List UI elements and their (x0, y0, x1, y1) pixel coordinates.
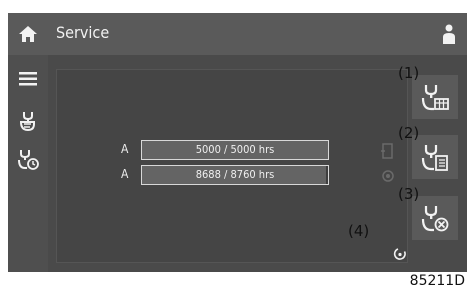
callout-1: (1) (398, 64, 420, 82)
callout-3: (3) (398, 185, 420, 203)
menu-icon (19, 72, 37, 86)
callout-4: (4) (348, 222, 370, 240)
restart-icon (393, 248, 406, 260)
wrench-clock-icon (18, 150, 39, 170)
sidebar-item-service[interactable] (12, 105, 44, 137)
service-progress-bar: 5000 / 5000 hrs (141, 140, 329, 160)
service-screen: Service A 5000 / 5000 hrs A 8688 / 8760 … (8, 13, 467, 272)
inactive-icons (381, 142, 395, 190)
callout-2: (2) (398, 124, 420, 142)
service-row: A 8688 / 8760 hrs (57, 165, 407, 185)
service-plan-label: A (121, 142, 129, 156)
menu-button[interactable] (12, 63, 44, 95)
figure-reference-number: 85211D (409, 273, 465, 289)
sidebar-item-service-timer[interactable] (12, 143, 44, 175)
service-hours-value: 8688 / 8760 hrs (195, 168, 275, 181)
user-button[interactable] (427, 13, 467, 55)
page-title: Service (56, 23, 110, 42)
service-hours-value: 5000 / 5000 hrs (195, 143, 275, 156)
wrench-hand-calendar-icon (421, 85, 449, 111)
wrench-hand-cancel-icon (421, 206, 449, 232)
top-bar: Service (8, 13, 467, 55)
restart-control[interactable] (393, 246, 407, 265)
wrench-hand-icon (19, 112, 35, 132)
wrench-hand-checklist-icon (421, 145, 448, 171)
sidebar (8, 55, 48, 272)
service-progress-bar: 8688 / 8760 hrs (141, 165, 329, 185)
service-row: A 5000 / 5000 hrs (57, 140, 407, 160)
home-button[interactable] (8, 13, 48, 55)
home-icon (19, 26, 37, 42)
disabled-doc-icon (381, 143, 394, 182)
service-plan-label: A (121, 167, 129, 181)
user-icon (443, 24, 455, 44)
